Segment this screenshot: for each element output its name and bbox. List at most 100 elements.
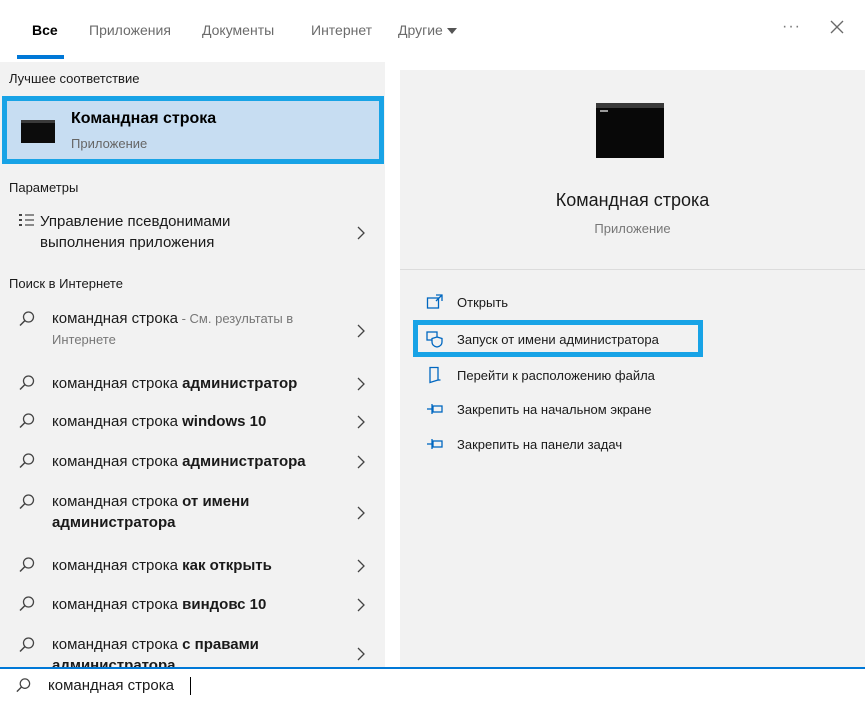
web-result-query: командная строка xyxy=(52,596,183,613)
search-tabs-bar: Все Приложения Документы Интернет Другие… xyxy=(0,0,865,62)
web-result-suggestion-line2: администратора xyxy=(52,514,176,531)
settings-item-label: Управление псевдонимами выполнения прило… xyxy=(40,211,330,253)
settings-item-app-aliases[interactable]: Управление псевдонимами выполнения прило… xyxy=(0,207,385,263)
tab-documents[interactable]: Документы xyxy=(202,22,274,38)
web-result-suggestion: с правами xyxy=(182,636,259,653)
web-result-item[interactable]: командная строка windows 10 xyxy=(0,405,385,439)
close-button[interactable] xyxy=(826,16,848,38)
active-tab-indicator xyxy=(17,55,64,59)
action-pin-to-start-label: Закрепить на начальном экране xyxy=(457,401,652,417)
action-pin-to-start[interactable]: Закрепить на начальном экране xyxy=(426,398,652,420)
web-result-hint-line2: Интернете xyxy=(52,332,116,347)
search-icon xyxy=(19,494,35,510)
web-result-hint: - См. результаты в xyxy=(177,311,294,326)
web-result-suggestion: как открыть xyxy=(182,557,272,574)
web-result-item[interactable]: командная строка виндовс 10 xyxy=(0,588,385,622)
web-result-label: командная строка как открыть xyxy=(52,555,342,576)
action-open[interactable]: Открыть xyxy=(426,291,508,313)
cmd-app-large-icon xyxy=(596,103,664,158)
web-result-query: командная строка xyxy=(52,493,183,510)
pin-icon xyxy=(427,439,443,449)
web-result-suggestion: от имени xyxy=(182,493,250,510)
search-input[interactable] xyxy=(48,673,648,697)
web-result-query: командная строка xyxy=(52,636,183,653)
tab-other-label: Другие xyxy=(398,22,443,38)
chevron-right-icon xyxy=(357,598,365,612)
chevron-right-icon xyxy=(357,647,365,661)
detail-subtitle: Приложение xyxy=(594,221,671,236)
search-icon xyxy=(19,557,35,573)
search-icon xyxy=(16,678,31,693)
settings-item-line1: Управление псевдонимами xyxy=(40,213,231,230)
detail-title: Командная строка xyxy=(555,190,710,210)
web-result-item[interactable]: командная строка администратора xyxy=(0,445,385,479)
search-icon xyxy=(19,413,35,429)
web-result-suggestion: виндовс 10 xyxy=(182,596,267,613)
search-icon xyxy=(19,311,35,327)
best-match-item[interactable]: Командная строка Приложение xyxy=(2,96,384,164)
open-icon xyxy=(426,294,443,309)
web-result-label: командная строка виндовс 10 xyxy=(52,594,342,615)
web-result-query: командная строка xyxy=(52,413,183,430)
chevron-right-icon xyxy=(357,455,365,469)
action-pin-to-taskbar-label: Закрепить на панели задач xyxy=(457,436,623,452)
search-icon xyxy=(19,453,35,469)
web-result-label: командная строка с правами администратор… xyxy=(52,634,342,667)
best-match-header: Лучшее соответствие xyxy=(9,71,140,86)
divider xyxy=(400,269,865,270)
best-match-subtitle: Приложение xyxy=(71,136,148,151)
more-options-button[interactable]: ··· xyxy=(782,18,801,36)
chevron-right-icon xyxy=(357,415,365,429)
chevron-right-icon xyxy=(357,324,365,338)
action-run-as-admin[interactable]: Запуск от имени администратора xyxy=(426,328,659,350)
web-result-item[interactable]: командная строка от имени администратора xyxy=(0,485,385,541)
pin-icon xyxy=(427,404,443,414)
web-result-suggestion: администратор xyxy=(182,375,298,392)
best-match-title: Командная строка xyxy=(71,110,217,127)
chevron-right-icon xyxy=(357,506,365,520)
web-result-suggestion-line2: администратора xyxy=(52,657,176,667)
web-result-query: командная строка xyxy=(52,557,183,574)
web-result-label: командная строка windows 10 xyxy=(52,411,342,432)
app-detail-panel: Командная строка Приложение Открыть Запу… xyxy=(400,70,865,667)
web-result-query: командная строка xyxy=(52,375,183,392)
action-run-as-admin-label: Запуск от имени администратора xyxy=(457,331,659,347)
action-open-file-location-label: Перейти к расположению файла xyxy=(457,367,655,383)
action-open-label: Открыть xyxy=(457,294,509,310)
cmd-app-icon xyxy=(21,120,55,143)
results-list: Лучшее соответствие Командная строка При… xyxy=(0,62,385,667)
action-pin-to-taskbar[interactable]: Закрепить на панели задач xyxy=(426,433,622,455)
web-result-query: командная строка xyxy=(52,453,183,470)
web-result-label: командная строка администратор xyxy=(52,373,342,394)
web-result-item[interactable]: командная строка как открыть xyxy=(0,549,385,583)
search-icon xyxy=(19,637,35,653)
settings-item-line2: выполнения приложения xyxy=(40,234,215,251)
search-icon xyxy=(19,375,35,391)
tab-other[interactable]: Другие xyxy=(398,22,457,38)
web-result-label: командная строка - См. результаты в Инте… xyxy=(52,308,342,350)
web-result-item[interactable]: командная строка с правами администратор… xyxy=(0,628,385,667)
tab-apps[interactable]: Приложения xyxy=(89,22,171,38)
shield-icon xyxy=(426,331,443,348)
action-open-file-location[interactable]: Перейти к расположению файла xyxy=(426,364,655,386)
web-search-header: Поиск в Интернете xyxy=(9,276,123,291)
web-result-label: командная строка от имени администратора xyxy=(52,491,342,533)
file-location-icon xyxy=(429,366,441,384)
web-result-suggestion: windows 10 xyxy=(182,413,267,430)
web-result-label: командная строка администратора xyxy=(52,451,342,472)
web-result-item[interactable]: командная строка администратор xyxy=(0,367,385,401)
tab-web[interactable]: Интернет xyxy=(311,22,372,38)
settings-list-icon xyxy=(19,214,34,226)
chevron-right-icon xyxy=(357,226,365,240)
close-icon xyxy=(830,20,844,34)
web-result-item[interactable]: командная строка - См. результаты в Инте… xyxy=(0,303,385,359)
chevron-right-icon xyxy=(357,377,365,391)
text-cursor xyxy=(190,677,191,695)
tab-all[interactable]: Все xyxy=(32,22,58,38)
chevron-right-icon xyxy=(357,559,365,573)
search-bar[interactable] xyxy=(0,669,865,702)
settings-header: Параметры xyxy=(9,180,79,195)
web-result-suggestion: администратора xyxy=(182,453,306,470)
web-result-query: командная строка xyxy=(52,310,178,327)
search-icon xyxy=(19,596,35,612)
